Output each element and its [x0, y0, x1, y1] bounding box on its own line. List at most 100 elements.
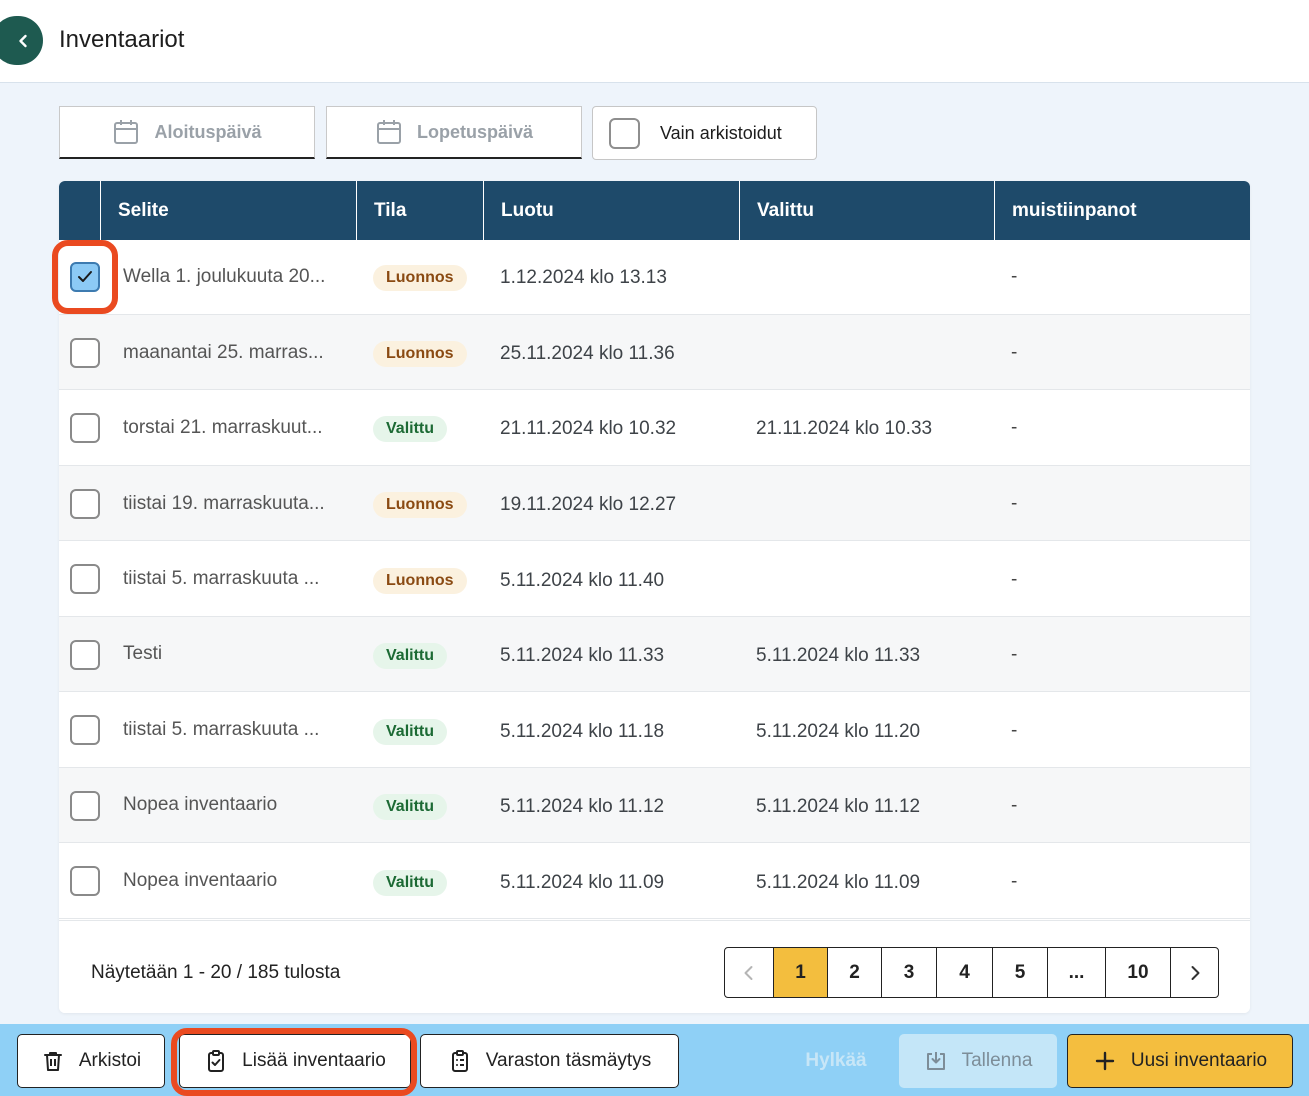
pagination: 1 2 3 4 5 ... 10 — [724, 947, 1219, 998]
page-button-2[interactable]: 2 — [827, 948, 881, 997]
row-checkbox[interactable] — [70, 640, 100, 670]
new-inventory-button[interactable]: Uusi inventaario — [1067, 1034, 1293, 1088]
table-row[interactable]: torstai 21. marraskuut... Valittu 21.11.… — [59, 391, 1250, 466]
archived-only-toggle[interactable]: Vain arkistoidut — [592, 106, 817, 160]
row-selected: 21.11.2024 klo 10.33 — [756, 418, 933, 439]
calendar-icon — [376, 120, 401, 144]
row-created: 5.11.2024 klo 11.09 — [500, 872, 665, 893]
row-notes: - — [1011, 342, 1018, 363]
column-header-description[interactable]: Selite — [100, 181, 356, 240]
row-notes: - — [1011, 417, 1018, 438]
table-row[interactable]: Testi Valittu 5.11.2024 klo 11.33 5.11.2… — [59, 617, 1250, 692]
result-count: Näytetään 1 - 20 / 185 tulosta — [91, 962, 340, 984]
page-title: Inventaariot — [59, 26, 185, 53]
page-button-1[interactable]: 1 — [773, 948, 827, 997]
table-row[interactable]: Wella 1. joulukuuta 20... Luonnos 1.12.2… — [59, 240, 1250, 315]
result-separator: / — [236, 962, 243, 983]
row-description: torstai 21. marraskuut... — [123, 417, 323, 438]
status-badge: Valittu — [373, 719, 448, 745]
row-created: 5.11.2024 klo 11.33 — [500, 645, 665, 666]
archive-label: Arkistoi — [78, 1050, 142, 1071]
row-selected: 5.11.2024 klo 11.09 — [756, 872, 921, 893]
row-notes: - — [1011, 720, 1018, 741]
row-created: 1.12.2024 klo 13.13 — [500, 267, 667, 288]
clipboard-list-icon — [451, 1050, 468, 1072]
status-badge: Luonnos — [373, 265, 467, 291]
status-badge: Luonnos — [373, 568, 467, 594]
result-total: 185 — [247, 962, 280, 983]
stock-reconcile-label: Varaston täsmäytys — [485, 1050, 652, 1071]
row-checkbox[interactable] — [70, 715, 100, 745]
page-header: Inventaariot — [0, 0, 1309, 83]
table-row[interactable]: maanantai 25. marras... Luonnos 25.11.20… — [59, 315, 1250, 390]
table-header: Selite Tila Luotu Valittu muistiinpanot — [59, 181, 1250, 240]
row-description: Nopea inventaario — [123, 870, 278, 891]
table-row[interactable]: tiistai 5. marraskuuta ... Luonnos 5.11.… — [59, 542, 1250, 617]
archived-only-label: Vain arkistoidut — [660, 122, 782, 143]
status-badge: Luonnos — [373, 341, 467, 367]
row-description: maanantai 25. marras... — [123, 342, 324, 363]
row-checkbox[interactable] — [70, 413, 100, 443]
row-description: tiistai 5. marraskuuta ... — [123, 568, 320, 589]
chevron-left-icon — [744, 965, 753, 980]
save-button[interactable]: Tallenna — [899, 1034, 1057, 1088]
row-checkbox[interactable] — [70, 564, 100, 594]
row-description: Testi — [123, 643, 163, 664]
previous-page-button[interactable] — [725, 948, 773, 997]
archive-button[interactable]: Arkistoi — [17, 1034, 165, 1088]
status-badge: Valittu — [373, 416, 448, 442]
row-created: 25.11.2024 klo 11.36 — [500, 343, 675, 364]
row-created: 19.11.2024 klo 12.27 — [500, 494, 677, 515]
page-button-5[interactable]: 5 — [992, 948, 1047, 997]
trash-icon — [43, 1052, 62, 1071]
start-date-label: Aloituspäivä — [154, 121, 262, 142]
column-header-notes[interactable]: muistiinpanot — [994, 181, 1250, 240]
row-notes: - — [1011, 871, 1018, 892]
highlight-ring-add-inventory — [171, 1028, 417, 1096]
reject-button[interactable]: Hylkää — [793, 1034, 879, 1088]
row-checkbox[interactable] — [70, 338, 100, 368]
row-checkbox[interactable] — [70, 866, 100, 896]
row-created: 5.11.2024 klo 11.18 — [500, 721, 665, 742]
chevron-left-icon — [18, 34, 27, 47]
calendar-icon — [114, 120, 139, 144]
select-column-header — [59, 181, 100, 240]
page-button-4[interactable]: 4 — [936, 948, 992, 997]
plus-icon — [1095, 1051, 1115, 1071]
table-row[interactable]: Nopea inventaario Valittu 5.11.2024 klo … — [59, 844, 1250, 919]
row-notes: - — [1011, 493, 1018, 514]
status-badge: Valittu — [373, 643, 448, 669]
row-created: 5.11.2024 klo 11.40 — [500, 570, 665, 591]
highlight-ring-checkbox — [52, 240, 118, 314]
next-page-button[interactable] — [1170, 948, 1218, 997]
column-header-selected[interactable]: Valittu — [739, 181, 994, 240]
page-button-3[interactable]: 3 — [881, 948, 936, 997]
reject-label: Hylkää — [805, 1050, 867, 1071]
page-button-10[interactable]: 10 — [1105, 948, 1170, 997]
row-created: 5.11.2024 klo 11.12 — [500, 796, 665, 817]
row-selected: 5.11.2024 klo 11.20 — [756, 721, 921, 742]
chevron-right-icon — [1191, 965, 1199, 980]
row-checkbox[interactable] — [70, 791, 100, 821]
row-selected: 5.11.2024 klo 11.12 — [756, 796, 921, 817]
stock-reconcile-button[interactable]: Varaston täsmäytys — [420, 1034, 679, 1088]
table-row[interactable]: tiistai 19. marraskuuta... Luonnos 19.11… — [59, 466, 1250, 541]
back-button[interactable] — [0, 16, 43, 65]
row-notes: - — [1011, 569, 1018, 590]
archived-only-checkbox[interactable] — [609, 117, 640, 149]
row-notes: - — [1011, 644, 1018, 665]
start-date-filter[interactable]: Aloituspäivä — [59, 106, 315, 159]
row-notes: - — [1011, 266, 1018, 287]
table-row[interactable]: tiistai 5. marraskuuta ... Valittu 5.11.… — [59, 693, 1250, 768]
column-header-status[interactable]: Tila — [356, 181, 483, 240]
table-row[interactable]: Nopea inventaario Valittu 5.11.2024 klo … — [59, 768, 1250, 843]
column-header-created[interactable]: Luotu — [483, 181, 739, 240]
save-label: Tallenna — [961, 1050, 1033, 1071]
row-notes: - — [1011, 795, 1018, 816]
status-badge: Valittu — [373, 794, 448, 820]
end-date-filter[interactable]: Lopetuspäivä — [326, 106, 582, 159]
row-checkbox[interactable] — [70, 489, 100, 519]
row-description: Wella 1. joulukuuta 20... — [123, 266, 326, 287]
row-selected: 5.11.2024 klo 11.33 — [756, 645, 921, 666]
table-footer: Näytetään 1 - 20 / 185 tulosta 1 2 3 4 5… — [59, 920, 1250, 1013]
